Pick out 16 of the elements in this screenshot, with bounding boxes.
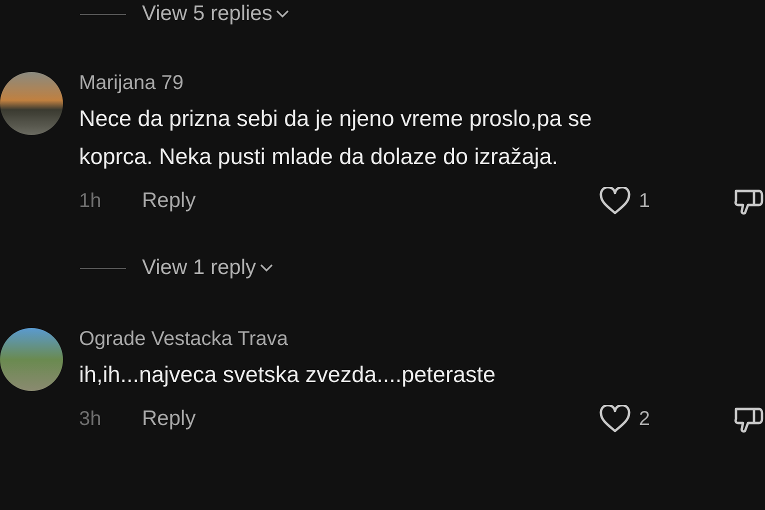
comment-text: ih,ih...najveca svetska zvezda....peteraste xyxy=(79,361,496,389)
view-replies-link[interactable]: View 5 replies xyxy=(142,0,290,30)
chevron-down-icon xyxy=(260,264,274,272)
like-count: 1 xyxy=(638,189,650,214)
heart-icon[interactable] xyxy=(598,187,631,215)
author-name[interactable]: Marijana 79 xyxy=(79,70,764,96)
view-replies-link[interactable]: View 1 reply xyxy=(142,252,274,284)
comment-text: Nece da prizna sebi da je njeno vreme proslo,pa se koprca. Neka pusti mlade da dolaze do izražaja. xyxy=(79,105,593,171)
comment-time: 3h xyxy=(79,407,102,432)
comment-time: 1h xyxy=(79,189,102,214)
like-count: 2 xyxy=(638,407,650,432)
heart-icon[interactable] xyxy=(598,405,631,433)
author-name[interactable]: Ograde Vestacka Trava xyxy=(79,326,764,352)
reply-button[interactable]: Reply xyxy=(142,185,196,217)
reply-button[interactable]: Reply xyxy=(142,403,196,435)
chevron-down-icon xyxy=(276,10,290,18)
